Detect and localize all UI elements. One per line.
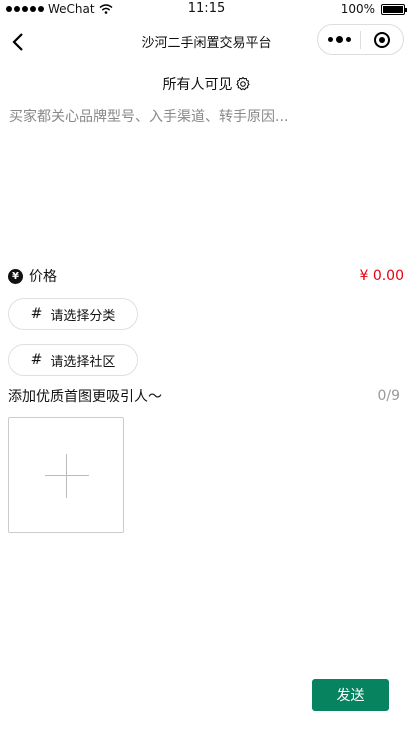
battery-fill bbox=[383, 5, 403, 13]
image-count: 0/9 bbox=[377, 388, 400, 404]
image-hint-label: 添加优质首图更吸引人～ bbox=[8, 389, 162, 405]
add-image-button[interactable] bbox=[8, 417, 124, 533]
gear-icon bbox=[235, 76, 250, 91]
more-dots-icon bbox=[327, 37, 333, 42]
send-button[interactable]: 发送 bbox=[312, 679, 389, 711]
image-section-header: 添加优质首图更吸引人～ 0/9 bbox=[8, 386, 400, 406]
description-input[interactable] bbox=[9, 106, 404, 246]
close-button[interactable] bbox=[361, 25, 403, 54]
select-community-label: 请选择社区 bbox=[50, 354, 116, 370]
plus-icon bbox=[45, 475, 89, 476]
visibility-selector[interactable]: 所有人可见 bbox=[0, 74, 413, 94]
battery-icon bbox=[381, 3, 407, 15]
status-right: 100% bbox=[340, 2, 407, 16]
visibility-label: 所有人可见 bbox=[162, 77, 233, 93]
select-category-button[interactable]: # 请选择分类 bbox=[8, 298, 138, 330]
nav-bar: 沙河二手闲置交易平台 bbox=[0, 20, 413, 64]
mini-program-capsule bbox=[317, 24, 404, 55]
status-bar: WeChat 11:15 100% bbox=[0, 0, 413, 20]
price-value[interactable]: ¥ 0.00 bbox=[359, 268, 404, 284]
yen-icon: ¥ bbox=[8, 268, 23, 284]
battery-percent: 100% bbox=[340, 2, 375, 16]
price-row[interactable]: ¥ 价格 ¥ 0.00 bbox=[8, 266, 404, 286]
select-community-button[interactable]: # 请选择社区 bbox=[8, 344, 138, 376]
price-label: 价格 bbox=[29, 269, 57, 285]
hash-icon: # bbox=[30, 306, 43, 322]
more-button[interactable] bbox=[318, 25, 360, 54]
select-category-label: 请选择分类 bbox=[50, 308, 116, 324]
target-close-icon bbox=[374, 31, 390, 48]
hash-icon: # bbox=[30, 352, 43, 368]
